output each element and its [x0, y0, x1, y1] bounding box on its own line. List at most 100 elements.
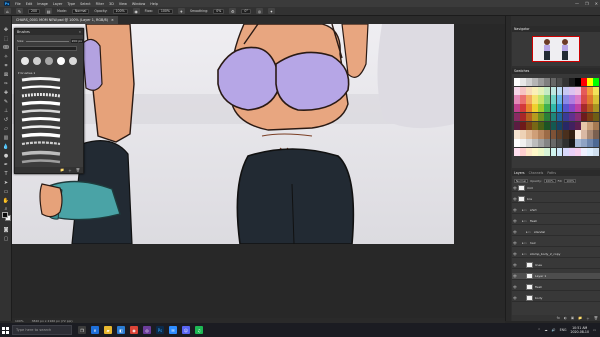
minimize-button[interactable]: — [575, 1, 579, 6]
color-swatch[interactable] [544, 104, 551, 113]
screen-mode-icon[interactable]: ▢ [2, 235, 10, 242]
color-swatch[interactable] [556, 112, 563, 122]
document-tab[interactable]: CHARS_0001 MOM NEW.psd @ 100% (Layer 1, … [12, 16, 118, 24]
color-swatch[interactable] [593, 104, 599, 113]
color-swatch[interactable] [526, 130, 532, 139]
color-swatch[interactable] [532, 78, 538, 87]
color-swatch[interactable] [556, 130, 563, 139]
color-swatch[interactable] [587, 138, 593, 148]
color-swatch[interactable] [587, 104, 593, 113]
smoothing-input[interactable]: 0% [213, 8, 225, 14]
steam-icon[interactable]: ◎ [143, 326, 151, 334]
color-swatch[interactable] [526, 95, 532, 104]
color-swatch[interactable] [556, 95, 563, 104]
home-icon[interactable]: ⌂ [4, 8, 11, 14]
menu-filter[interactable]: Filter [96, 2, 104, 6]
color-swatch[interactable] [550, 78, 557, 87]
color-swatch[interactable] [526, 112, 532, 122]
new-layer-icon[interactable]: ＋ [586, 316, 589, 321]
color-swatch[interactable] [574, 112, 581, 122]
color-swatch[interactable] [532, 112, 538, 122]
menu-select[interactable]: Select [80, 2, 90, 6]
color-swatch[interactable] [538, 121, 545, 130]
color-swatch[interactable] [544, 95, 551, 104]
color-swatch[interactable] [544, 130, 551, 139]
color-swatch[interactable] [568, 112, 575, 122]
blur-tool-icon[interactable]: 💧 [2, 143, 10, 150]
color-swatch[interactable] [556, 104, 563, 113]
menu-help[interactable]: Help [150, 2, 158, 6]
color-swatch[interactable] [544, 86, 551, 96]
color-swatch[interactable] [568, 86, 575, 96]
color-swatch[interactable] [538, 147, 545, 156]
folder-icon[interactable]: ▸▭ [522, 219, 528, 223]
foreground-color-swatch[interactable] [2, 212, 8, 218]
color-swatch[interactable] [526, 138, 532, 148]
color-swatch[interactable] [532, 147, 538, 156]
brushes-panel-header[interactable]: Brushes « [15, 29, 83, 35]
pressure-size-icon[interactable]: ◎ [255, 8, 263, 14]
pen-tool-icon[interactable]: ✒ [2, 161, 10, 168]
spotify-icon[interactable]: ♫ [195, 326, 203, 334]
color-swatch[interactable] [574, 86, 581, 96]
layer-mask-icon[interactable]: ▣ [571, 316, 574, 320]
menu-layer[interactable]: Layer [53, 2, 62, 6]
menu-3d[interactable]: 3D [109, 2, 114, 6]
crop-tool-icon[interactable]: ⌗ [2, 62, 10, 69]
color-swatch[interactable] [526, 147, 532, 156]
color-swatch[interactable] [550, 104, 557, 113]
close-document-icon[interactable]: × [111, 18, 114, 22]
create-brush-group-icon[interactable]: 📁 [60, 168, 64, 172]
delete-layer-icon[interactable]: 🗑 [594, 316, 598, 320]
history-brush-tool-icon[interactable]: ↺ [2, 116, 10, 123]
color-swatch[interactable] [532, 130, 538, 139]
visibility-eye-icon[interactable]: 👁 [512, 219, 518, 223]
color-swatch[interactable] [568, 104, 575, 113]
notifications-icon[interactable]: ▭ [593, 328, 596, 332]
visibility-eye-icon[interactable]: 👁 [512, 263, 518, 267]
color-swatch[interactable] [574, 130, 581, 139]
color-swatch[interactable] [593, 138, 599, 148]
color-swatch[interactable] [514, 112, 520, 122]
color-swatch[interactable] [562, 138, 569, 148]
color-swatch[interactable] [587, 147, 593, 156]
gradient-tool-icon[interactable]: ▥ [2, 134, 10, 141]
brush-size-picker[interactable]: 200 [28, 8, 41, 14]
color-swatch[interactable] [538, 130, 545, 139]
color-swatch[interactable] [550, 112, 557, 122]
color-swatch[interactable] [568, 78, 575, 87]
layer-group-row[interactable]: 👁 ▸▭ stomp_body_2_copy [512, 251, 600, 258]
color-swatch[interactable] [532, 138, 538, 148]
visibility-eye-icon[interactable]: 👁 [512, 252, 518, 256]
color-swatch[interactable] [526, 78, 532, 87]
layer-opacity-input[interactable]: 100% [543, 178, 556, 183]
color-swatch[interactable] [520, 130, 526, 139]
flow-input[interactable]: 100% [157, 8, 173, 14]
color-swatch[interactable] [514, 130, 520, 139]
onedrive-icon[interactable]: ☁ [544, 328, 547, 332]
visibility-eye-icon[interactable]: 👁 [512, 230, 518, 234]
color-swatch[interactable] [532, 95, 538, 104]
color-swatch[interactable] [538, 104, 545, 113]
color-swatch[interactable] [514, 86, 520, 96]
magic-wand-tool-icon[interactable]: ✧ [2, 53, 10, 60]
color-swatch[interactable] [587, 78, 593, 87]
layer-group-row[interactable]: 👁 ▸▭ hair [512, 240, 600, 247]
discord-icon[interactable]: ☺ [182, 326, 190, 334]
folder-icon[interactable]: ▸▭ [526, 230, 532, 234]
color-swatch[interactable] [562, 121, 569, 130]
tab-paths[interactable]: Paths [547, 171, 556, 175]
color-swatch[interactable] [581, 78, 587, 87]
layer-row[interactable]: 👁 lines [512, 262, 600, 269]
opacity-input[interactable]: 100% [112, 8, 128, 14]
mode-select[interactable]: Normal [71, 8, 90, 14]
color-swatch[interactable] [526, 86, 532, 96]
layer-name[interactable]: bra [527, 197, 532, 201]
color-swatch[interactable] [574, 147, 581, 156]
color-swatch[interactable] [550, 86, 557, 96]
color-swatch[interactable] [568, 147, 575, 156]
layer-name[interactable]: shirt [530, 208, 537, 212]
navigator-preview[interactable] [532, 36, 580, 62]
folder-icon[interactable]: ▸▭ [522, 241, 528, 245]
color-swatch[interactable] [581, 95, 587, 104]
